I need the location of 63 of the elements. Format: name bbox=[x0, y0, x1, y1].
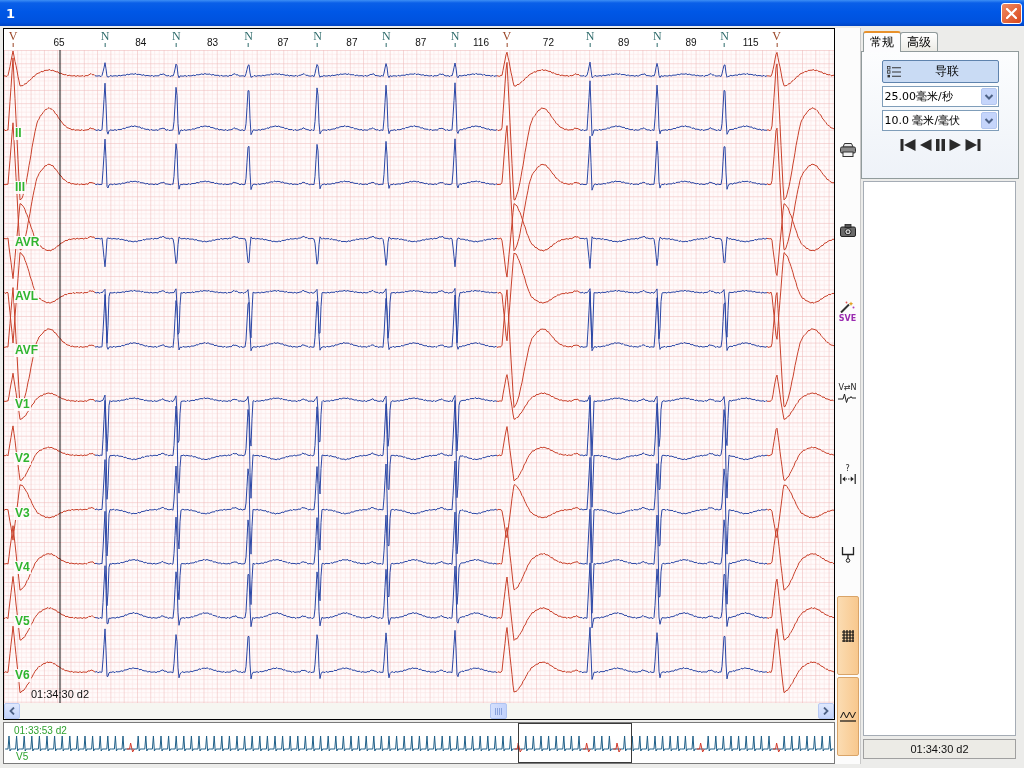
caliper-icon bbox=[839, 473, 856, 484]
horizontal-scrollbar[interactable] bbox=[4, 703, 834, 719]
scrollbar-thumb[interactable] bbox=[490, 703, 507, 719]
step-forward-icon[interactable] bbox=[948, 138, 962, 152]
waveform-toggle-button[interactable] bbox=[836, 677, 859, 756]
bracket-pin-icon bbox=[840, 546, 855, 563]
skip-to-start-icon[interactable] bbox=[899, 138, 916, 152]
overview-time-label: 01:33:53 d2 bbox=[14, 725, 67, 736]
checklist-icon bbox=[886, 65, 901, 78]
step-back-icon[interactable] bbox=[918, 138, 932, 152]
grid-toggle-button[interactable] bbox=[836, 596, 859, 675]
beat-label: V bbox=[502, 30, 512, 47]
snapshot-button[interactable] bbox=[838, 223, 857, 238]
panel-tab[interactable]: 常规 bbox=[863, 31, 901, 52]
camera-icon bbox=[839, 224, 856, 237]
beat-label: N bbox=[244, 30, 253, 47]
leads-button[interactable]: 导联 bbox=[881, 60, 999, 83]
close-button[interactable] bbox=[1001, 2, 1022, 24]
heart-rate-label: 65 bbox=[53, 37, 65, 49]
heart-rate-label: 87 bbox=[277, 37, 289, 49]
pause-icon[interactable] bbox=[934, 138, 946, 152]
printer-icon bbox=[839, 142, 856, 157]
heart-rate-label: 87 bbox=[346, 37, 358, 49]
measure-button[interactable]: ? bbox=[838, 462, 857, 485]
panel-tab[interactable]: 高级 bbox=[900, 32, 938, 51]
overview-lead-label: V5 bbox=[16, 751, 29, 762]
beat-label: N bbox=[450, 30, 460, 47]
scroll-right-button[interactable] bbox=[818, 703, 834, 719]
window-title: 1 bbox=[6, 5, 16, 21]
magic-wand-icon bbox=[839, 300, 856, 313]
chevron-right-icon bbox=[823, 707, 829, 715]
scroll-left-button[interactable] bbox=[4, 703, 20, 719]
gain-select[interactable]: 10.0 毫米/毫伏 bbox=[881, 110, 999, 131]
heart-rate-label: 115 bbox=[742, 37, 759, 49]
heart-rate-label: 83 bbox=[207, 37, 219, 49]
skip-to-end-icon[interactable] bbox=[964, 138, 981, 152]
heart-rate-label: 84 bbox=[135, 37, 147, 49]
heart-rate-label: 87 bbox=[415, 37, 427, 49]
heart-rate-label: 89 bbox=[618, 37, 630, 49]
zigzag-wave-icon bbox=[839, 711, 856, 722]
chevron-left-icon bbox=[9, 707, 15, 715]
sve-button[interactable]: SVE bbox=[837, 299, 858, 324]
beat-switch-button[interactable]: V⇄N bbox=[837, 381, 858, 404]
speed-select[interactable]: 25.00毫米/秒 bbox=[881, 86, 999, 107]
status-time-field: 01:34:30 d2 bbox=[863, 739, 1016, 759]
grid-icon bbox=[841, 629, 854, 642]
beat-label: V bbox=[8, 30, 18, 47]
beat-label: N bbox=[172, 30, 181, 47]
heart-rate-label: 116 bbox=[473, 37, 489, 49]
beat-label: N bbox=[653, 30, 662, 47]
beat-label: N bbox=[585, 30, 595, 47]
heart-rate-label: 89 bbox=[685, 37, 697, 49]
ecg-wave-icon bbox=[838, 392, 857, 403]
marker-button[interactable] bbox=[839, 545, 856, 564]
beat-label: N bbox=[720, 30, 729, 47]
beat-label: N bbox=[100, 30, 110, 47]
close-icon bbox=[1006, 7, 1017, 19]
beat-label: V bbox=[772, 30, 782, 47]
visible-range-frame[interactable] bbox=[518, 723, 632, 763]
beat-label: N bbox=[313, 30, 322, 47]
heart-rate-label: 72 bbox=[542, 37, 554, 49]
beat-label: N bbox=[382, 30, 391, 47]
print-button[interactable] bbox=[838, 141, 857, 158]
